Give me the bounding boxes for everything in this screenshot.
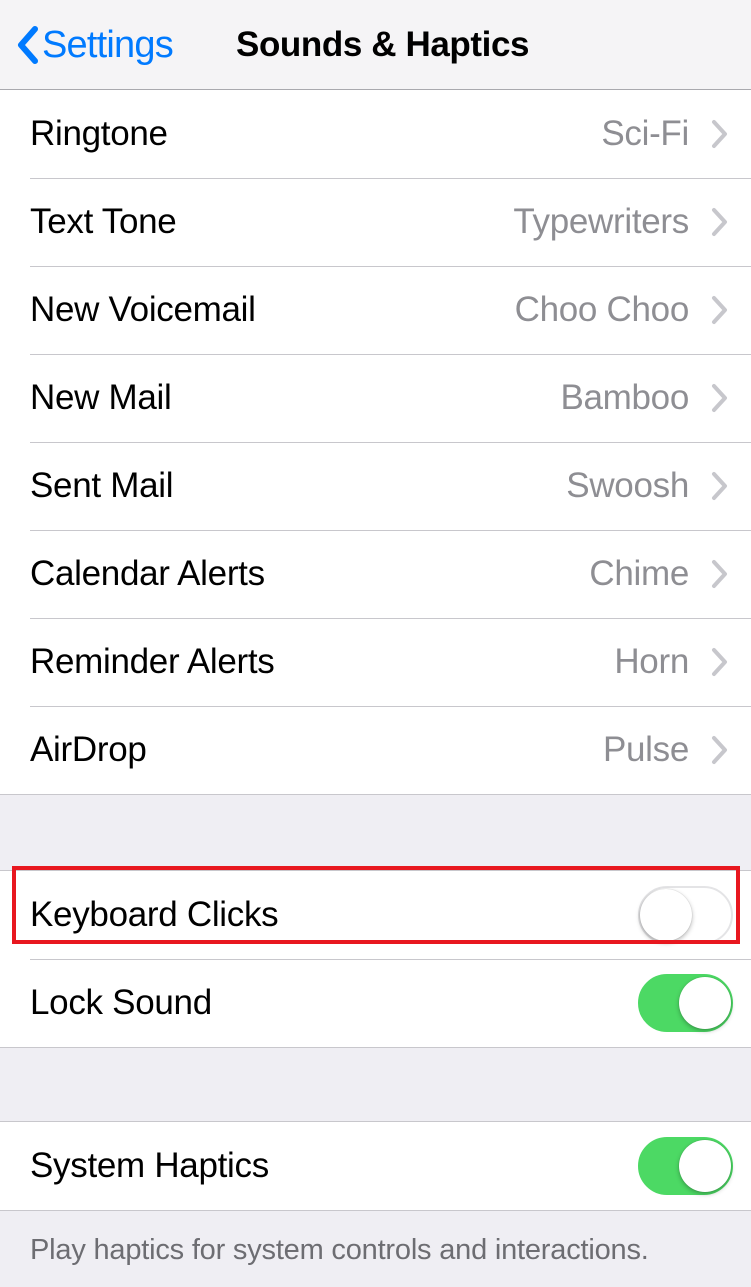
section-gap <box>0 1047 751 1122</box>
row-label: New Voicemail <box>30 290 256 329</box>
row-label: Keyboard Clicks <box>30 895 279 934</box>
row-new-mail[interactable]: New Mail Bamboo <box>0 354 751 442</box>
row-value: Pulse <box>602 730 689 769</box>
section-system-haptics: System Haptics <box>0 1122 751 1210</box>
section-sounds-and-vibration-patterns: Ringtone Sci-Fi Text Tone Typewriters Ne… <box>0 90 751 794</box>
chevron-right-icon <box>703 117 737 151</box>
row-reminder-alerts[interactable]: Reminder Alerts Horn <box>0 618 751 706</box>
row-label: Text Tone <box>30 202 177 241</box>
chevron-right-icon <box>703 469 737 503</box>
row-label: Reminder Alerts <box>30 642 275 681</box>
row-accessory-group: Horn <box>614 642 737 682</box>
row-accessory-group <box>638 1137 737 1195</box>
row-accessory-group: Pulse <box>603 730 737 770</box>
section-footer: Play haptics for system controls and int… <box>0 1210 751 1287</box>
row-accessory-group: Choo Choo <box>515 290 737 330</box>
row-accessory-group: Bamboo <box>560 378 737 418</box>
keyboard-clicks-toggle[interactable] <box>638 886 733 944</box>
back-button-settings[interactable]: Settings <box>16 23 174 66</box>
navigation-bar: Settings Sounds & Haptics <box>0 0 751 90</box>
row-sent-mail[interactable]: Sent Mail Swoosh <box>0 442 751 530</box>
row-new-voicemail[interactable]: New Voicemail Choo Choo <box>0 266 751 354</box>
system-haptics-toggle[interactable] <box>638 1137 733 1195</box>
row-accessory-group: Chime <box>589 554 737 594</box>
row-accessory-group: Sci-Fi <box>601 114 737 154</box>
row-accessory-group: Swoosh <box>566 466 737 506</box>
chevron-right-icon <box>703 557 737 591</box>
row-label: Sent Mail <box>30 466 174 505</box>
page-title: Sounds & Haptics <box>236 24 530 64</box>
lock-sound-toggle[interactable] <box>638 974 733 1032</box>
row-value: Bamboo <box>560 378 689 417</box>
row-text-tone[interactable]: Text Tone Typewriters <box>0 178 751 266</box>
toggle-knob <box>640 889 692 941</box>
toggle-knob <box>679 977 731 1029</box>
row-value: Horn <box>614 642 689 681</box>
chevron-right-icon <box>703 733 737 767</box>
row-value: Sci-Fi <box>601 114 689 153</box>
row-system-haptics[interactable]: System Haptics <box>0 1122 751 1210</box>
row-value: Swoosh <box>566 466 689 505</box>
row-ringtone[interactable]: Ringtone Sci-Fi <box>0 90 751 178</box>
toggle-knob <box>679 1140 731 1192</box>
row-lock-sound[interactable]: Lock Sound <box>0 959 751 1047</box>
chevron-right-icon <box>703 381 737 415</box>
row-accessory-group: Typewriters <box>513 202 737 242</box>
section-footer-text: Play haptics for system controls and int… <box>30 1234 649 1266</box>
row-calendar-alerts[interactable]: Calendar Alerts Chime <box>0 530 751 618</box>
row-value: Chime <box>589 554 689 593</box>
row-keyboard-clicks[interactable]: Keyboard Clicks <box>0 871 751 959</box>
row-label: AirDrop <box>30 730 147 769</box>
back-button-label: Settings <box>42 23 174 66</box>
row-label: System Haptics <box>30 1146 269 1185</box>
row-label: Ringtone <box>30 114 168 153</box>
section-keyboard-and-lock-sounds: Keyboard Clicks Lock Sound <box>0 871 751 1047</box>
row-accessory-group <box>638 886 737 944</box>
row-label: Lock Sound <box>30 983 212 1022</box>
row-value: Typewriters <box>513 202 689 241</box>
row-accessory-group <box>638 974 737 1032</box>
settings-screen: Settings Sounds & Haptics Ringtone Sci-F… <box>0 0 751 1287</box>
chevron-right-icon <box>703 293 737 327</box>
chevron-right-icon <box>703 645 737 679</box>
row-label: New Mail <box>30 378 172 417</box>
row-label: Calendar Alerts <box>30 554 265 593</box>
section-gap <box>0 794 751 871</box>
row-airdrop[interactable]: AirDrop Pulse <box>0 706 751 794</box>
row-value: Choo Choo <box>514 290 690 329</box>
chevron-left-icon <box>16 25 38 64</box>
chevron-right-icon <box>703 205 737 239</box>
